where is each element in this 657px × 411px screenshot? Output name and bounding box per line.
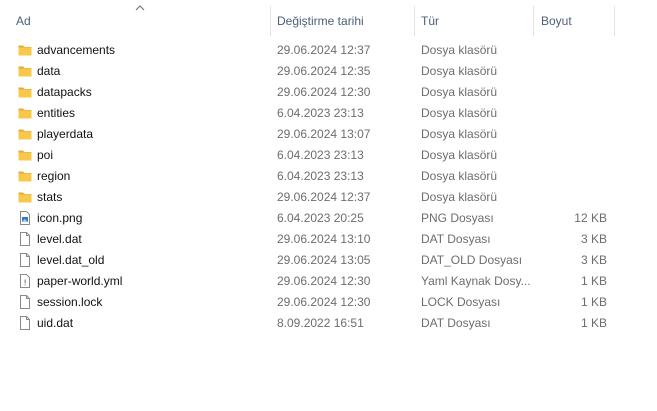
file-size: 3 KB xyxy=(580,253,607,267)
file-size xyxy=(520,145,607,166)
file-name: session.lock xyxy=(37,295,103,309)
file-type: Dosya klasörü xyxy=(421,169,498,183)
column-header-name[interactable]: Ad xyxy=(16,0,31,39)
file-type: DAT_OLD Dosyası xyxy=(421,253,523,267)
folder-icon xyxy=(17,189,33,205)
file-icon xyxy=(17,231,33,247)
file-size xyxy=(520,166,607,187)
file-modified-date: 29.06.2024 12:30 xyxy=(277,274,371,288)
file-row[interactable]: region 6.04.2023 23:13 Dosya klasörü xyxy=(0,166,657,187)
file-size xyxy=(520,61,607,82)
file-modified-date: 29.06.2024 12:37 xyxy=(277,190,371,204)
file-modified-date: 6.04.2023 23:13 xyxy=(277,106,364,120)
file-modified-date: 29.06.2024 12:30 xyxy=(277,85,371,99)
file-modified-date: 6.04.2023 23:13 xyxy=(277,148,364,162)
folder-icon xyxy=(17,63,33,79)
folder-icon xyxy=(17,126,33,142)
folder-icon xyxy=(17,84,33,100)
file-size xyxy=(520,82,607,103)
file-name: data xyxy=(37,64,61,78)
file-type: Dosya klasörü xyxy=(421,43,498,57)
file-type: Dosya klasörü xyxy=(421,127,498,141)
file-icon xyxy=(17,294,33,310)
file-name: level.dat xyxy=(37,232,82,246)
file-name: datapacks xyxy=(37,85,92,99)
file-row[interactable]: level.dat_old 29.06.2024 13:05 DAT_OLD Dos… xyxy=(0,250,657,271)
file-modified-date: 29.06.2024 12:30 xyxy=(277,295,371,309)
file-modified-date: 29.06.2024 13:07 xyxy=(277,127,371,141)
file-type: DAT Dosyası xyxy=(421,316,491,330)
file-modified-date: 29.06.2024 13:05 xyxy=(277,253,371,267)
file-name: level.dat_old xyxy=(37,253,105,267)
file-size: 1 KB xyxy=(580,274,607,288)
file-type: Dosya klasörü xyxy=(421,148,498,162)
column-divider[interactable] xyxy=(270,6,271,36)
file-type: Yaml Kaynak Dosy... xyxy=(421,274,531,288)
file-name: playerdata xyxy=(37,127,94,141)
file-row[interactable]: advancements 29.06.2024 12:37 Dosya klasör… xyxy=(0,40,657,61)
file-size: 3 KB xyxy=(580,232,607,246)
file-explorer: Ad Değiştirme tarihi Tür Boyut advanceme… xyxy=(0,0,657,411)
file-modified-date: 29.06.2024 13:10 xyxy=(277,232,371,246)
file-modified-date: 6.04.2023 23:13 xyxy=(277,169,364,183)
column-header-size[interactable]: Boyut xyxy=(541,0,572,39)
file-modified-date: 6.04.2023 20:25 xyxy=(277,211,364,225)
column-divider[interactable] xyxy=(614,6,615,36)
file-modified-date: 29.06.2024 12:35 xyxy=(277,64,371,78)
column-header-bar: Ad Değiştirme tarihi Tür Boyut xyxy=(0,0,657,39)
file-size: 1 KB xyxy=(580,316,607,330)
file-row[interactable]: data 29.06.2024 12:35 Dosya klasörü xyxy=(0,61,657,82)
file-name: entities xyxy=(37,106,76,120)
file-type: Dosya klasörü xyxy=(421,85,498,99)
file-size: 12 KB xyxy=(574,211,607,225)
file-row[interactable]: poi 6.04.2023 23:13 Dosya klasörü xyxy=(0,145,657,166)
file-name: stats xyxy=(37,190,63,204)
file-name: uid.dat xyxy=(37,316,74,330)
file-name: poi xyxy=(37,148,54,162)
file-name: advancements xyxy=(37,43,116,57)
file-row[interactable]: session.lock 29.06.2024 12:30 LOCK Dosyası… xyxy=(0,292,657,313)
file-row[interactable]: icon.png 6.04.2023 20:25 PNG Dosyası 12 KB xyxy=(0,208,657,229)
column-header-date[interactable]: Değiştirme tarihi xyxy=(277,0,364,39)
file-size xyxy=(520,103,607,124)
folder-icon xyxy=(17,168,33,184)
file-row[interactable]: playerdata 29.06.2024 13:07 Dosya klasörü xyxy=(0,124,657,145)
file-size xyxy=(520,40,607,61)
script-file-icon: ! xyxy=(17,273,33,289)
file-row[interactable]: stats 29.06.2024 12:37 Dosya klasörü xyxy=(0,187,657,208)
file-row[interactable]: ! paper-world.yml 29.06.2024 12:30 Yaml Kay… xyxy=(0,271,657,292)
folder-icon xyxy=(17,42,33,58)
file-type: LOCK Dosyası xyxy=(421,295,501,309)
folder-icon xyxy=(17,147,33,163)
file-size xyxy=(520,124,607,145)
file-type: Dosya klasörü xyxy=(421,106,498,120)
file-name: icon.png xyxy=(37,211,83,225)
file-type: Dosya klasörü xyxy=(421,64,498,78)
file-row[interactable]: entities 6.04.2023 23:13 Dosya klasörü xyxy=(0,103,657,124)
file-row[interactable]: datapacks 29.06.2024 12:30 Dosya klasörü xyxy=(0,82,657,103)
column-divider[interactable] xyxy=(533,6,534,36)
svg-text:!: ! xyxy=(24,279,27,288)
file-size xyxy=(520,187,607,208)
column-header-type[interactable]: Tür xyxy=(421,0,439,39)
file-icon xyxy=(17,252,33,268)
file-type: PNG Dosyası xyxy=(421,211,494,225)
file-size: 1 KB xyxy=(580,295,607,309)
file-type: Dosya klasörü xyxy=(421,190,498,204)
file-type: DAT Dosyası xyxy=(421,232,491,246)
folder-icon xyxy=(17,105,33,121)
column-divider[interactable] xyxy=(414,6,415,36)
file-name: region xyxy=(37,169,71,183)
file-icon xyxy=(17,315,33,331)
sort-ascending-icon xyxy=(135,5,145,11)
file-modified-date: 29.06.2024 12:37 xyxy=(277,43,371,57)
file-name: paper-world.yml xyxy=(37,274,123,288)
file-modified-date: 8.09.2022 16:51 xyxy=(277,316,364,330)
file-row[interactable]: level.dat 29.06.2024 13:10 DAT Dosyası 3 KB xyxy=(0,229,657,250)
image-file-icon xyxy=(17,210,33,226)
file-row[interactable]: uid.dat 8.09.2022 16:51 DAT Dosyası 1 KB xyxy=(0,313,657,334)
